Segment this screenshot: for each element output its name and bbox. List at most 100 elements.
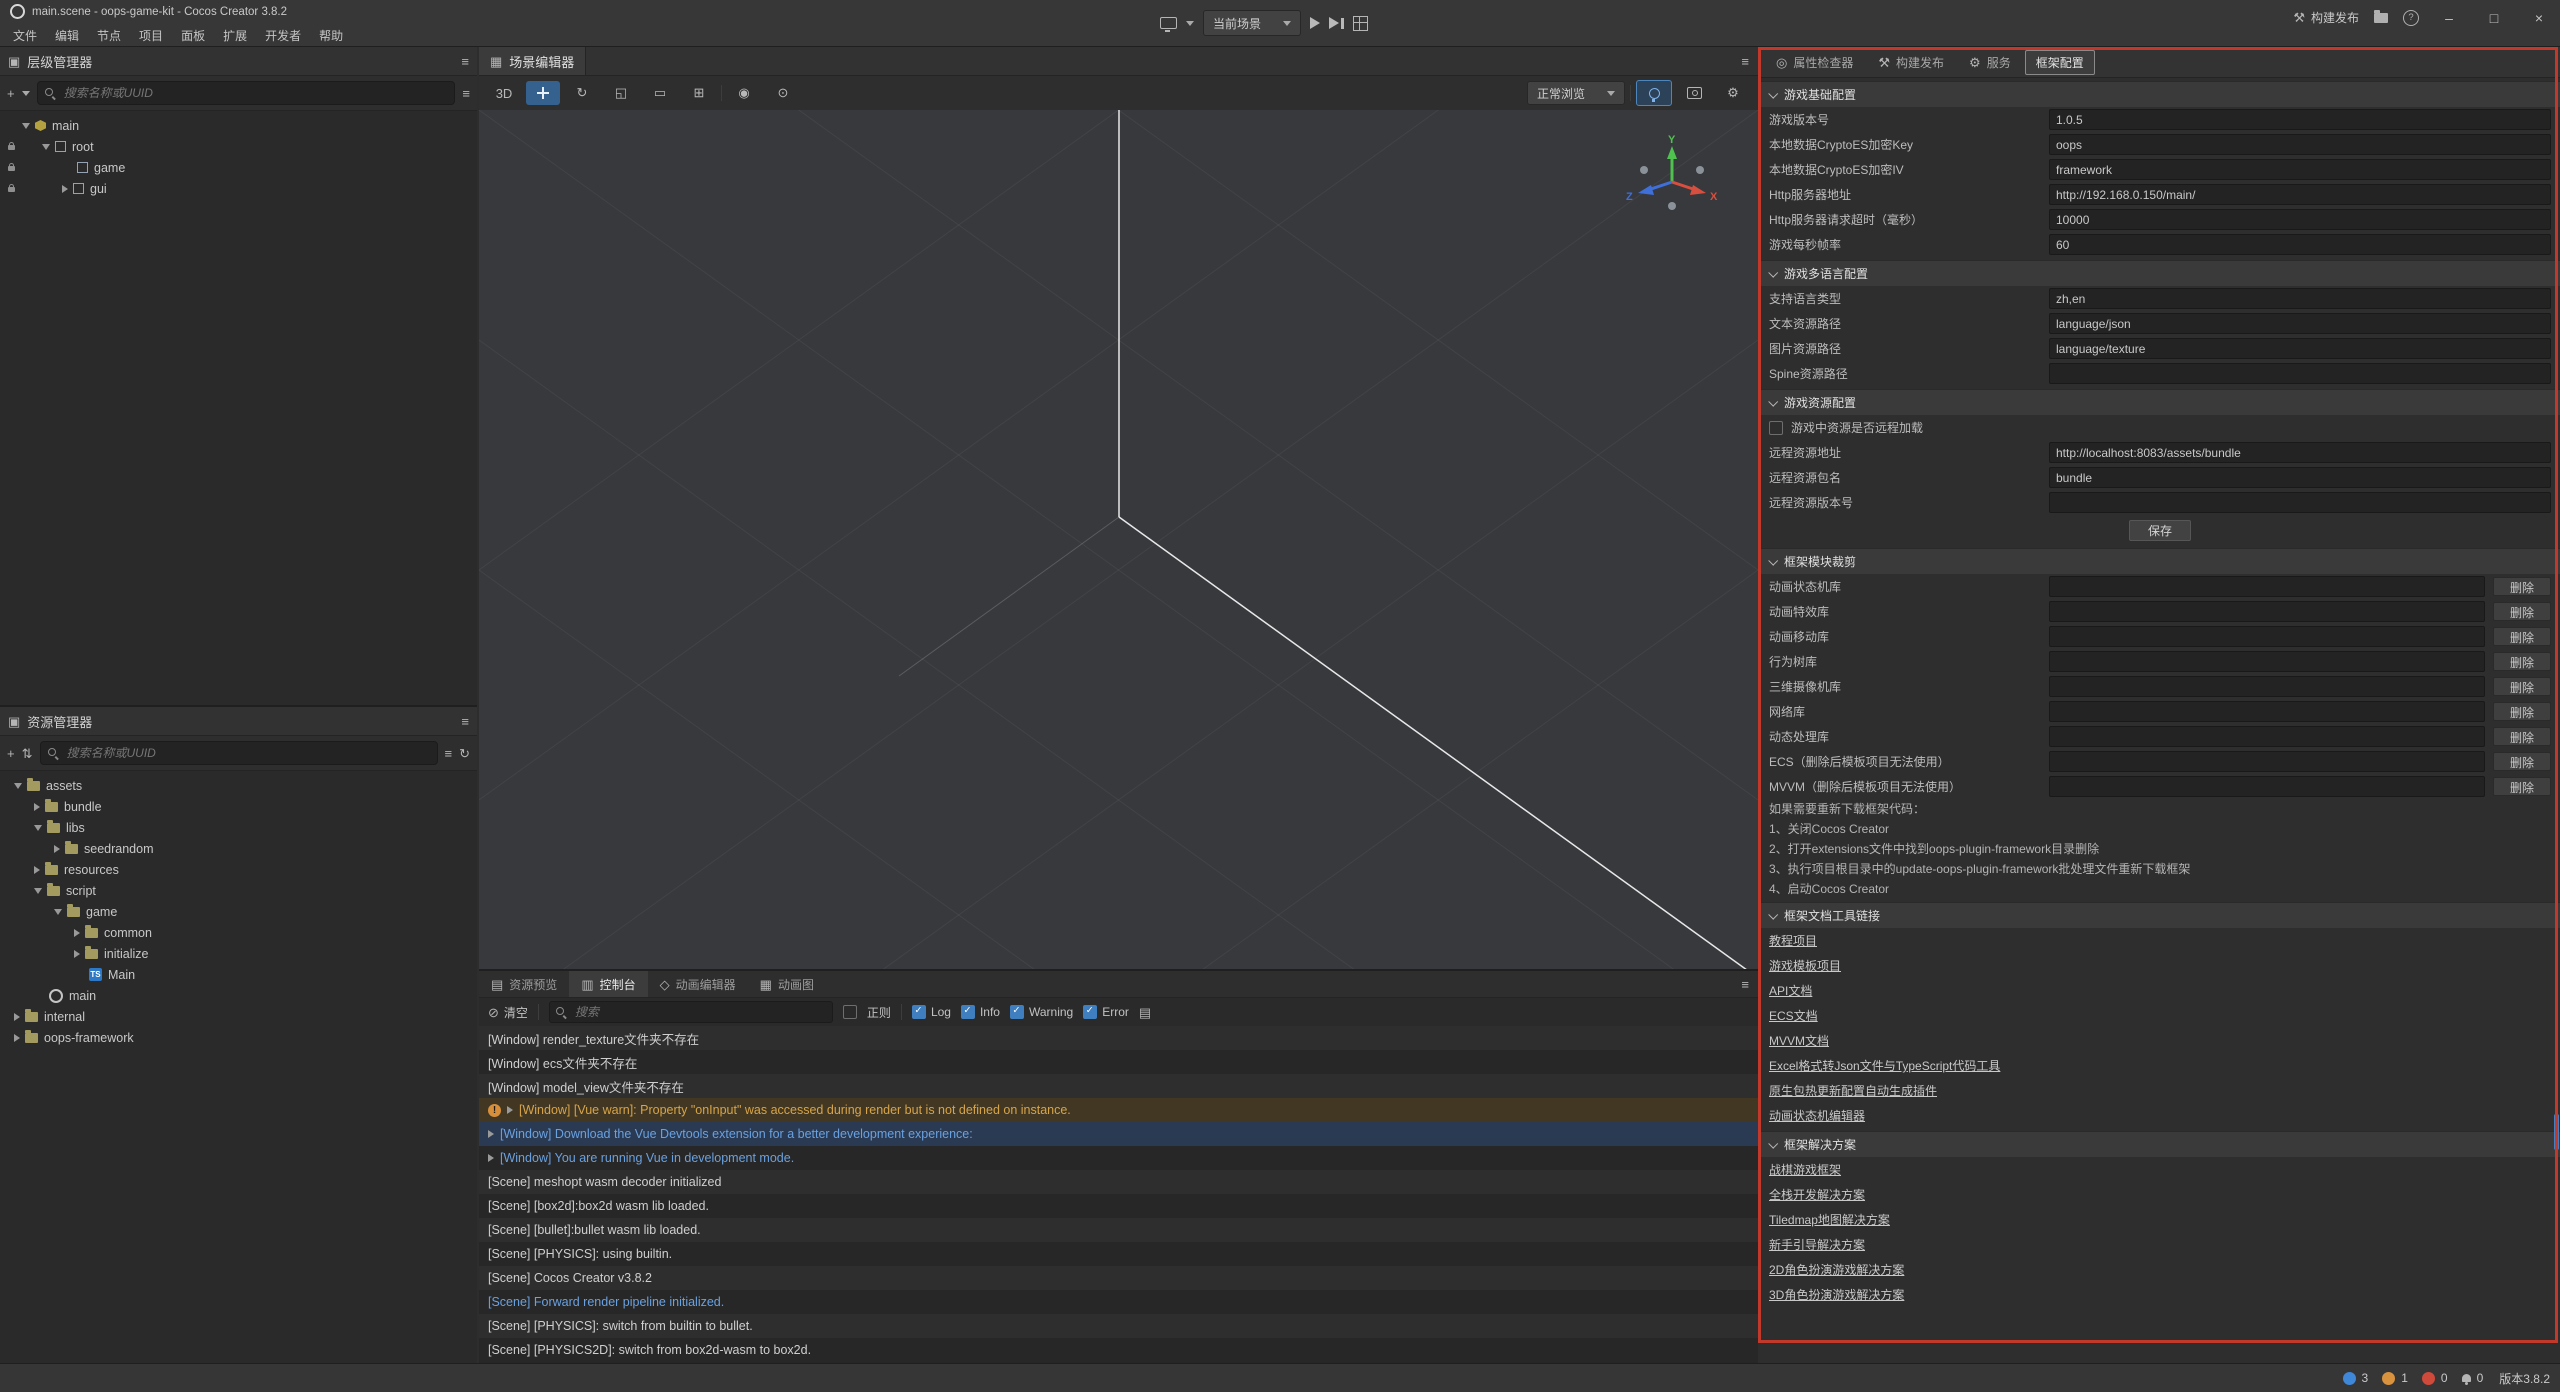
languages-input[interactable] (2049, 288, 2551, 309)
panel-menu-icon[interactable]: ≡ (461, 55, 469, 68)
menu-node[interactable]: 节点 (88, 25, 130, 46)
asset-node-main-ts[interactable]: Main (0, 964, 477, 985)
expand-arrow-icon[interactable] (62, 185, 68, 193)
collapse-arrow-icon[interactable] (54, 909, 62, 915)
scene-viewport[interactable]: Y X Z (479, 110, 1758, 969)
asset-node-oops-framework[interactable]: oops-framework (0, 1027, 477, 1048)
http-server-input[interactable] (2049, 184, 2551, 205)
asset-node-assets[interactable]: assets (0, 775, 477, 796)
coordinate-toggle-button[interactable]: ⊙ (766, 81, 800, 105)
tab-console[interactable]: ▥ 控制台 (569, 971, 647, 997)
delete-module-button[interactable]: 删除 (2493, 577, 2551, 596)
scene-camera-button[interactable] (1677, 81, 1711, 105)
remote-bundle-input[interactable] (2049, 467, 2551, 488)
scale-tool-button[interactable]: ◱ (604, 81, 638, 105)
delete-module-button[interactable]: 删除 (2493, 752, 2551, 771)
tab-property-inspector[interactable]: ◎ 属性检查器 (1765, 50, 1864, 75)
expand-arrow-icon[interactable] (14, 1034, 20, 1042)
solution-link-rpg3d[interactable]: 3D角色扮演游戏解决方案 (1760, 1282, 2560, 1307)
tree-node-gui[interactable]: gui (0, 178, 477, 199)
tab-animation-graph[interactable]: ▦ 动画图 (748, 971, 826, 997)
section-doc-links[interactable]: 框架文档工具链接 (1760, 902, 2560, 928)
log-row-info[interactable]: [Window] You are running Vue in developm… (479, 1146, 1758, 1170)
expand-arrow-icon[interactable] (14, 1013, 20, 1021)
asset-node-main-scene[interactable]: main (0, 985, 477, 1006)
section-language-config[interactable]: 游戏多语言配置 (1760, 260, 2560, 286)
regex-checkbox[interactable] (843, 1005, 857, 1019)
lock-icon[interactable] (8, 166, 15, 171)
scene-editor-tab[interactable]: ▦ 场景编辑器 (479, 47, 586, 75)
asset-node-bundle[interactable]: bundle (0, 796, 477, 817)
expand-arrow-icon[interactable] (34, 866, 40, 874)
log-row[interactable]: [Scene] [bullet]:bullet wasm lib loaded. (479, 1218, 1758, 1242)
lock-icon[interactable] (8, 145, 15, 150)
minimize-button[interactable]: – (2434, 10, 2464, 26)
info-count-icon[interactable] (2343, 1372, 2356, 1385)
sort-assets-icon[interactable]: ⇅ (22, 747, 33, 760)
expand-arrow-icon[interactable] (488, 1154, 494, 1162)
log-row[interactable]: [Window] model_view文件夹不存在 (479, 1074, 1758, 1098)
expand-arrow-icon[interactable] (488, 1130, 494, 1138)
asset-node-internal[interactable]: internal (0, 1006, 477, 1027)
module-field[interactable] (2049, 751, 2485, 772)
frame-rate-input[interactable] (2049, 234, 2551, 255)
doc-link-excel-tool[interactable]: Excel格式转Json文件与TypeScript代码工具 (1760, 1053, 2560, 1078)
menu-project[interactable]: 项目 (130, 25, 172, 46)
module-field[interactable] (2049, 701, 2485, 722)
collapse-arrow-icon[interactable] (22, 123, 30, 129)
http-timeout-input[interactable] (2049, 209, 2551, 230)
panel-menu-icon[interactable]: ≡ (1741, 978, 1758, 991)
delete-module-button[interactable]: 删除 (2493, 702, 2551, 721)
help-icon[interactable] (2403, 10, 2419, 26)
assets-filter-icon[interactable]: ≡ (445, 747, 453, 760)
expand-arrow-icon[interactable] (34, 803, 40, 811)
expand-arrow-icon[interactable] (507, 1106, 513, 1114)
expand-arrow-icon[interactable] (74, 950, 80, 958)
snap-tool-button[interactable]: ⊞ (682, 81, 716, 105)
tree-node-game[interactable]: game (0, 157, 477, 178)
solution-link-rpg2d[interactable]: 2D角色扮演游戏解决方案 (1760, 1257, 2560, 1282)
doc-link-api[interactable]: API文档 (1760, 978, 2560, 1003)
menu-help[interactable]: 帮助 (310, 25, 352, 46)
log-row-info[interactable]: [Scene] Forward render pipeline initiali… (479, 1290, 1758, 1314)
panel-menu-icon[interactable]: ≡ (461, 715, 469, 728)
hierarchy-filter-icon[interactable]: ≡ (462, 87, 470, 100)
module-field[interactable] (2049, 626, 2485, 647)
preview-platform-caret-icon[interactable] (1186, 21, 1194, 26)
solution-link-guide[interactable]: 新手引导解决方案 (1760, 1232, 2560, 1257)
doc-link-hot-update[interactable]: 原生包热更新配置自动生成插件 (1760, 1078, 2560, 1103)
doc-link-template[interactable]: 游戏模板项目 (1760, 953, 2560, 978)
build-publish-button[interactable]: ⚒ 构建发布 (2293, 9, 2359, 26)
preview-platform-icon[interactable] (1160, 17, 1177, 29)
log-row-warning[interactable]: [Window] [Vue warn]: Property "onInput" … (479, 1098, 1758, 1122)
log-row[interactable]: [Scene] [PHYSICS]: switch from builtin t… (479, 1314, 1758, 1338)
solution-link-fullstack[interactable]: 全栈开发解决方案 (1760, 1182, 2560, 1207)
error-checkbox[interactable] (1083, 1005, 1097, 1019)
tree-node-root[interactable]: root (0, 136, 477, 157)
info-checkbox[interactable] (961, 1005, 975, 1019)
step-button[interactable] (1329, 17, 1344, 29)
inspector-scrollbar-thumb[interactable] (2554, 1114, 2559, 1150)
close-button[interactable]: × (2524, 10, 2554, 26)
tree-node-main[interactable]: main (0, 115, 477, 136)
maximize-button[interactable]: □ (2479, 10, 2509, 26)
filter-log[interactable]: Log (912, 1005, 951, 1019)
delete-module-button[interactable]: 删除 (2493, 677, 2551, 696)
export-log-icon[interactable]: ▤ (1139, 1006, 1151, 1019)
error-count-icon[interactable] (2422, 1372, 2435, 1385)
axis-gizmo[interactable]: Y X Z (1624, 132, 1720, 228)
clear-console-button[interactable]: ⊘ 清空 (488, 1004, 528, 1021)
solution-link-tbs[interactable]: 战棋游戏框架 (1760, 1157, 2560, 1182)
delete-module-button[interactable]: 删除 (2493, 652, 2551, 671)
regex-toggle[interactable]: 正则 (843, 1004, 891, 1021)
doc-link-ecs[interactable]: ECS文档 (1760, 1003, 2560, 1028)
module-field[interactable] (2049, 676, 2485, 697)
menu-edit[interactable]: 编辑 (46, 25, 88, 46)
section-module-trim[interactable]: 框架模块裁剪 (1760, 548, 2560, 574)
scene-settings-button[interactable]: ⚙ (1716, 81, 1750, 105)
remote-url-input[interactable] (2049, 442, 2551, 463)
console-log-list[interactable]: [Window] render_texture文件夹不存在 [Window] e… (479, 1026, 1758, 1363)
rotate-tool-button[interactable]: ↻ (565, 81, 599, 105)
assets-search[interactable] (40, 741, 438, 765)
asset-node-seedrandom[interactable]: seedrandom (0, 838, 477, 859)
